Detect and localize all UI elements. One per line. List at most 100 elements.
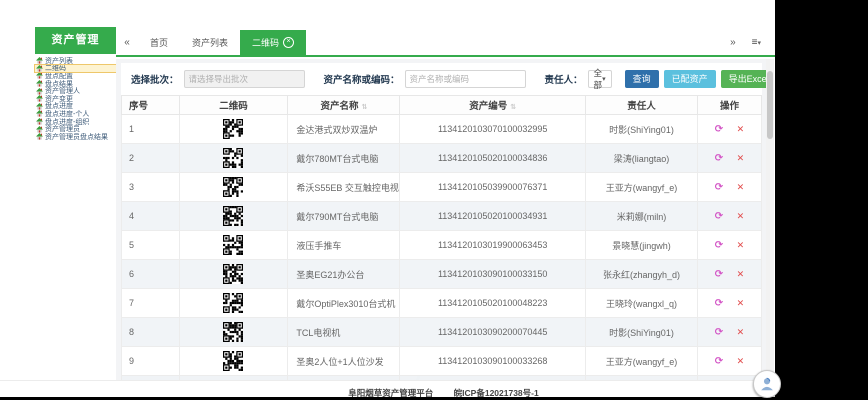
- tab[interactable]: 首页: [138, 30, 180, 55]
- delete-icon[interactable]: ✕: [737, 269, 745, 279]
- sidebar-item[interactable]: 资产管理员盘点结果: [35, 133, 116, 141]
- regenerate-qr-icon[interactable]: ⟳: [715, 327, 723, 338]
- cell-index: 8: [121, 317, 180, 347]
- column-header: 操作: [696, 95, 763, 115]
- delete-icon[interactable]: ✕: [737, 240, 745, 250]
- sort-icon[interactable]: ⇅: [361, 104, 367, 111]
- table-row: 9 圣奥2人位+1人位沙发 1134120103090100033268 王亚方…: [121, 346, 763, 376]
- expand-tabs-icon[interactable]: »: [730, 37, 736, 48]
- panel: 选择批次： 资产名称或编码： 责任人： 全部 ▾ 查询 已配资产 导出Excel…: [121, 63, 766, 383]
- cell-asset-name: 金达港式双炒双温炉: [287, 114, 401, 144]
- cell-owner: 时影(ShiYing01): [584, 317, 698, 347]
- cell-asset-name: 希沃S55EB 交互触控电视: [287, 172, 401, 202]
- cell-operations: ⟳ ✕: [696, 201, 763, 231]
- tab-menu-button[interactable]: ≡▾: [752, 37, 761, 48]
- vertical-scrollbar[interactable]: [766, 59, 774, 383]
- sort-icon[interactable]: ⇅: [510, 104, 516, 111]
- cell-owner: 王亚方(wangyf_e): [584, 172, 698, 202]
- regenerate-qr-icon[interactable]: ⟳: [715, 211, 723, 222]
- tab-label: 二维码: [252, 38, 280, 48]
- assigned-assets-button[interactable]: 已配资产: [663, 70, 716, 88]
- column-header: 序号: [121, 95, 180, 115]
- cell-operations: ⟳ ✕: [696, 230, 763, 260]
- house-icon: [36, 87, 43, 95]
- cell-asset-name: 圣奥2人位+1人位沙发: [287, 346, 401, 376]
- regenerate-qr-icon[interactable]: ⟳: [715, 356, 723, 367]
- qr-code-image: [223, 177, 244, 197]
- help-avatar-widget[interactable]: [753, 370, 781, 398]
- cell-operations: ⟳ ✕: [696, 259, 763, 289]
- owner-select[interactable]: 全部 ▾: [587, 68, 612, 90]
- regenerate-qr-icon[interactable]: ⟳: [715, 124, 723, 135]
- qr-code-image: [223, 235, 244, 255]
- delete-icon[interactable]: ✕: [737, 356, 745, 366]
- cell-qr: [178, 114, 289, 144]
- owner-select-value: 全部: [593, 68, 603, 90]
- tab-close-icon[interactable]: ×: [283, 37, 295, 48]
- delete-icon[interactable]: ✕: [737, 327, 745, 337]
- regenerate-qr-icon[interactable]: ⟳: [715, 182, 723, 193]
- cell-operations: ⟳ ✕: [696, 114, 763, 144]
- tab-list: 首页 资产列表 二维码 ×: [138, 30, 307, 55]
- batch-input[interactable]: [183, 70, 305, 88]
- regenerate-qr-icon[interactable]: ⟳: [715, 269, 723, 280]
- chevron-down-icon: ▾: [602, 76, 606, 83]
- export-excel-button[interactable]: 导出Excel: [720, 70, 766, 88]
- column-header: 责任人: [584, 95, 698, 115]
- tab[interactable]: 二维码 ×: [240, 30, 307, 55]
- browser-viewport: 资产管理 资产列表 二维码 盘点配置 盘点结果 资产管理人 资产变更 盘点进度 …: [0, 0, 775, 397]
- qr-code-image: [223, 293, 244, 313]
- cell-operations: ⟳ ✕: [696, 288, 763, 318]
- filter-bar: 选择批次： 资产名称或编码： 责任人： 全部 ▾ 查询 已配资产 导出Excel…: [121, 63, 766, 95]
- cell-operations: ⟳ ✕: [696, 172, 763, 202]
- cell-qr: [178, 143, 289, 173]
- table-row: 3 希沃S55EB 交互触控电视 1134120105039900076371 …: [121, 172, 763, 202]
- cell-owner: 王亚方(wangyf_e): [584, 346, 698, 376]
- table-header-row: 序号 二维码 资产名称 ⇅ 资产编号 ⇅ 责任人 操作: [121, 95, 763, 115]
- cell-operations: ⟳ ✕: [696, 317, 763, 347]
- qr-code-image: [223, 148, 244, 168]
- delete-icon[interactable]: ✕: [737, 211, 745, 221]
- regenerate-qr-icon[interactable]: ⟳: [715, 240, 723, 251]
- column-header[interactable]: 资产名称 ⇅: [287, 95, 401, 115]
- qr-code-image: [223, 351, 244, 371]
- house-icon: [36, 95, 43, 102]
- cell-index: 9: [121, 346, 180, 376]
- owner-label: 责任人：: [544, 75, 583, 86]
- house-icon: [36, 57, 43, 64]
- delete-icon[interactable]: ✕: [737, 182, 745, 192]
- cell-qr: [178, 259, 289, 289]
- cell-index: 3: [121, 172, 180, 202]
- tab[interactable]: 资产列表: [180, 30, 240, 55]
- cell-index: 4: [121, 201, 180, 231]
- cell-qr: [178, 172, 289, 202]
- delete-icon[interactable]: ✕: [737, 124, 745, 134]
- house-icon: [36, 102, 43, 110]
- regenerate-qr-icon[interactable]: ⟳: [715, 153, 723, 164]
- cell-index: 6: [121, 259, 180, 289]
- cell-qr: [178, 317, 289, 347]
- collapse-tabs-icon[interactable]: «: [116, 37, 138, 48]
- query-button[interactable]: 查询: [624, 70, 659, 88]
- sidebar: 资产管理 资产列表 二维码 盘点配置 盘点结果 资产管理人 资产变更 盘点进度 …: [34, 27, 117, 383]
- cell-owner: 梁涛(liangtao): [584, 143, 698, 173]
- tab-label: 资产列表: [192, 38, 229, 48]
- delete-icon[interactable]: ✕: [737, 153, 745, 163]
- delete-icon[interactable]: ✕: [737, 298, 745, 308]
- cell-asset-name: 戴尔780MT台式电脑: [287, 143, 401, 173]
- cell-asset-code: 1134120103019900063453: [399, 230, 586, 260]
- scrollbar-thumb[interactable]: [767, 71, 773, 139]
- tab-bar: « 首页 资产列表 二维码 × » ≡▾: [116, 30, 775, 57]
- table-row: 2 戴尔780MT台式电脑 1134120105020100034836 梁涛(…: [121, 143, 763, 173]
- cell-asset-code: 1134120105039900076371: [399, 172, 586, 202]
- sidebar-menu: 资产列表 二维码 盘点配置 盘点结果 资产管理人 资产变更 盘点进度 盘点进度-…: [34, 54, 117, 141]
- house-icon: [36, 110, 43, 118]
- column-header[interactable]: 资产编号 ⇅: [399, 95, 586, 115]
- house-icon: [36, 118, 43, 125]
- asset-name-input[interactable]: [404, 70, 526, 88]
- cell-qr: [178, 346, 289, 376]
- cell-qr: [178, 201, 289, 231]
- house-icon: [36, 72, 43, 80]
- regenerate-qr-icon[interactable]: ⟳: [715, 298, 723, 309]
- cell-owner: 王晓玲(wangxl_q): [584, 288, 698, 318]
